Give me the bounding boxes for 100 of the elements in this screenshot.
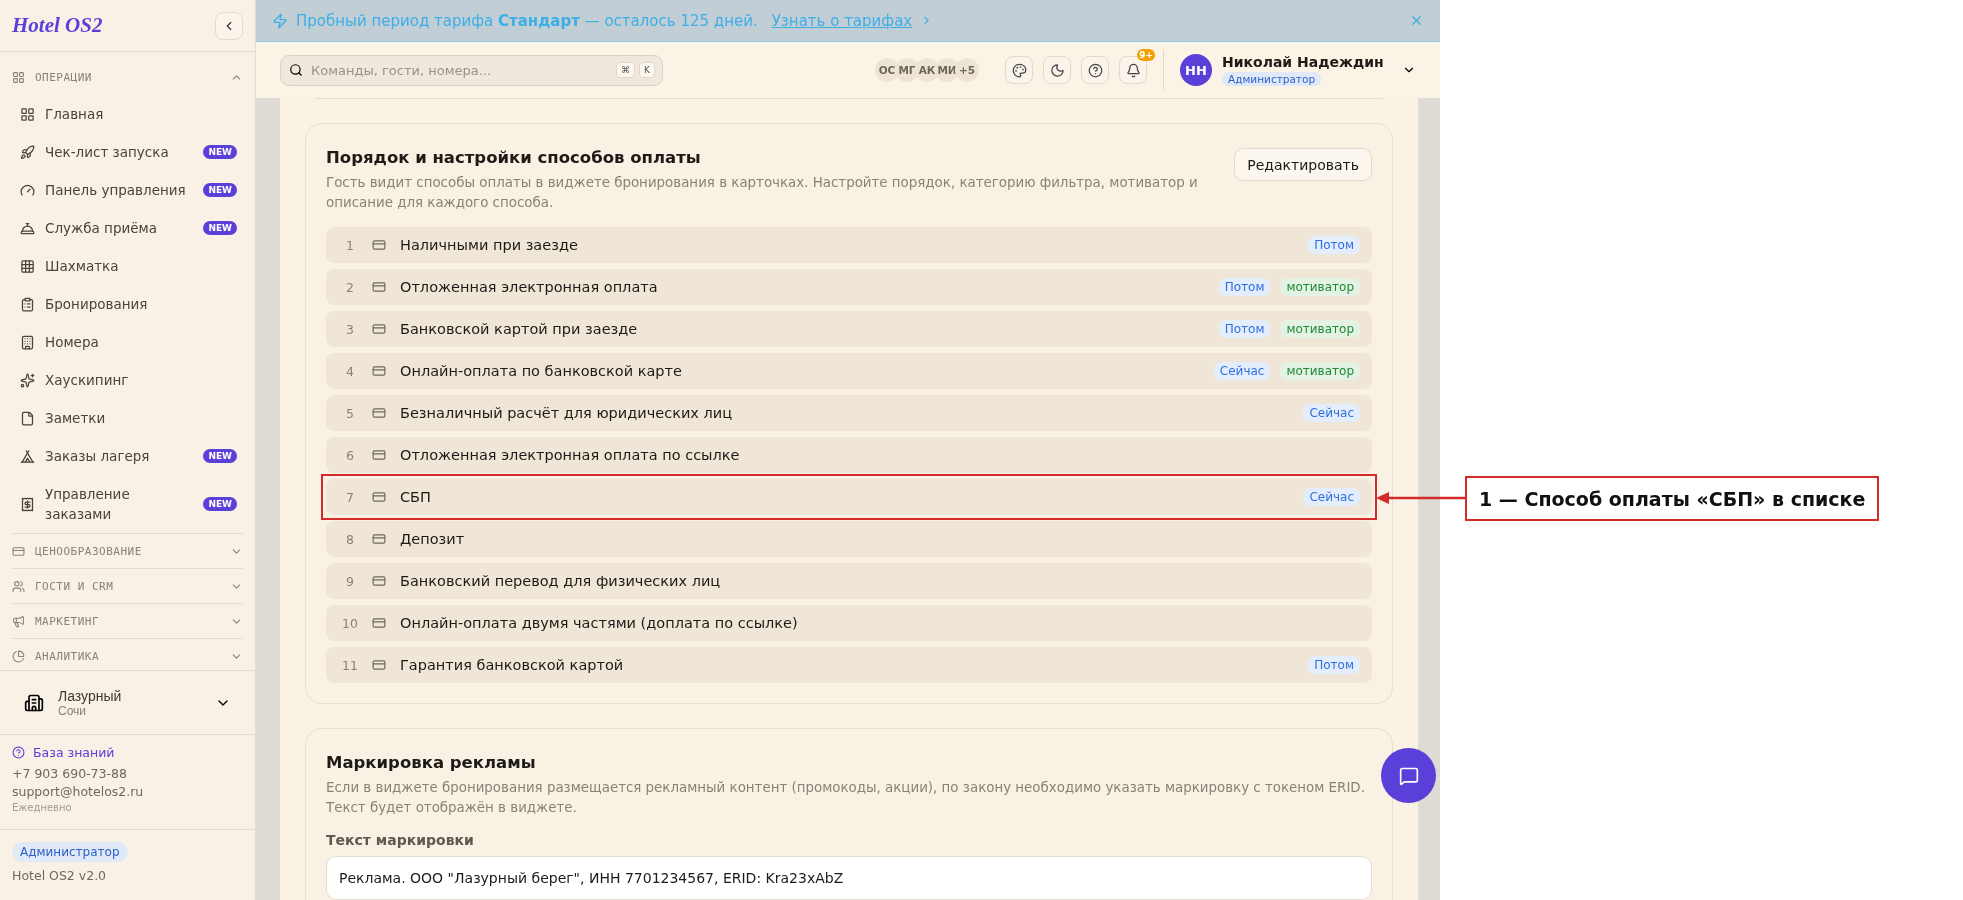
row-number: 2 xyxy=(345,279,355,295)
nav-icon xyxy=(20,144,35,160)
group-icon xyxy=(12,544,25,558)
card-title: Порядок и настройки способов оплаты xyxy=(326,148,702,167)
nav-item[interactable]: Бронирования xyxy=(12,285,243,323)
card-icon xyxy=(372,490,386,504)
new-badge: NEW xyxy=(203,497,237,511)
annotation-label: 1 — Способ оплаты «СБП» в списке xyxy=(1465,476,1880,521)
nav-item[interactable]: Главная xyxy=(12,95,243,133)
hotel-name: Лазурный xyxy=(58,687,123,704)
user-avatar[interactable]: ОС xyxy=(875,58,899,82)
chat-icon xyxy=(1398,765,1419,786)
user-avatar[interactable]: МГ xyxy=(895,58,919,82)
payment-method-row[interactable]: 10 Онлайн-оплата двумя частями (доплата по ссылке) xyxy=(326,605,1372,641)
row-number: 3 xyxy=(345,321,355,337)
card-icon xyxy=(372,448,386,462)
notification-count: 9+ xyxy=(1137,49,1155,61)
card-icon xyxy=(372,238,386,252)
payment-method-row[interactable]: 5 Безналичный расчёт для юридических лиц Сейчас xyxy=(326,395,1372,431)
user-avatar[interactable]: НН xyxy=(1180,54,1212,86)
payment-method-row[interactable]: 1 Наличными при заезде Потом xyxy=(326,227,1372,263)
help-button[interactable] xyxy=(1081,56,1109,84)
nav-icon xyxy=(20,496,35,512)
nav-item[interactable]: Заказы лагеря NEW xyxy=(12,437,243,475)
bell-icon xyxy=(1125,62,1141,78)
edit-button[interactable]: Редактировать xyxy=(1234,148,1372,181)
role-badge: Администратор xyxy=(12,842,128,862)
card-description: Если в виджете бронирования размещается рекламный контент (промокоды, акции), по закону необходимо указать маркировку с токеном ERID. Текст будет отображён в виджете. xyxy=(326,779,1366,817)
user-avatar[interactable]: МИ xyxy=(935,58,959,82)
motivator-tag: мотиватор xyxy=(1280,278,1360,296)
group-icon xyxy=(12,614,25,628)
row-number: 6 xyxy=(345,447,355,463)
nav-item[interactable]: Управление заказами NEW xyxy=(12,475,243,533)
search-icon xyxy=(289,62,303,77)
payment-method-name: Наличными при заезде xyxy=(400,237,579,253)
payment-method-name: Гарантия банковской картой xyxy=(400,657,625,673)
nav-item[interactable]: Шахматка xyxy=(12,247,243,285)
motivator-tag: мотиватор xyxy=(1280,320,1360,338)
trial-text: Пробный период тарифа Стандарт — осталось 125 дней. xyxy=(296,11,758,30)
payment-method-row[interactable]: 7 СБП Сейчас xyxy=(326,479,1372,515)
notifications-button[interactable] xyxy=(1119,56,1147,84)
moon-icon xyxy=(1049,62,1065,78)
new-badge: NEW xyxy=(203,183,237,197)
payment-method-row[interactable]: 3 Банковской картой при заезде Потом мотиватор xyxy=(326,311,1372,347)
nav-item[interactable]: Панель управления NEW xyxy=(12,171,243,209)
lightning-icon xyxy=(272,12,288,29)
marking-text-field[interactable]: Реклама. ООО "Лазурный берег", ИНН 7701234567, ERID: Kra23xAbZ xyxy=(326,856,1372,900)
timing-tag: Потом xyxy=(1218,278,1271,296)
help-icon xyxy=(12,746,25,759)
row-number: 7 xyxy=(345,489,355,505)
motivator-tag: мотиватор xyxy=(1280,362,1360,380)
group-icon xyxy=(12,71,25,84)
nav-item[interactable]: Хаускипинг xyxy=(12,361,243,399)
row-number: 1 xyxy=(345,237,355,253)
nav-icon xyxy=(20,448,35,464)
row-number: 11 xyxy=(341,657,359,673)
payment-method-name: Онлайн-оплата двумя частями (доплата по ссылке) xyxy=(400,615,799,631)
nav-item[interactable]: Заметки xyxy=(12,399,243,437)
nav-item[interactable]: Чек-лист запуска NEW xyxy=(12,133,243,171)
new-badge: NEW xyxy=(203,221,237,235)
nav-item[interactable]: Служба приёма NEW xyxy=(12,209,243,247)
field-label: Текст маркировки xyxy=(326,832,475,848)
group-icon xyxy=(12,579,25,593)
new-badge: NEW xyxy=(203,145,237,159)
timing-tag: Потом xyxy=(1218,320,1271,338)
payment-method-row[interactable]: 4 Онлайн-оплата по банковской карте Сейчас мотиватор xyxy=(326,353,1372,389)
payment-method-name: Отложенная электронная оплата по ссылке xyxy=(400,447,741,463)
palette-button[interactable] xyxy=(1005,56,1033,84)
nav-icon xyxy=(20,220,35,236)
card-icon xyxy=(372,364,386,378)
payment-method-row[interactable]: 11 Гарантия банковской картой Потом xyxy=(326,647,1372,683)
new-badge: NEW xyxy=(203,449,237,463)
card-description: Гость видит способы оплаты в виджете бронирования в карточках. Настройте порядок, категорию фильтра, мотиватор и описание для каждого способа. xyxy=(326,174,1199,212)
user-avatar[interactable]: +5 xyxy=(955,58,979,82)
payment-method-name: Депозит xyxy=(400,531,466,547)
user-avatar[interactable]: АК xyxy=(915,58,939,82)
timing-tag: Потом xyxy=(1308,656,1360,674)
nav-group-header[interactable]: АНАЛИТИКА xyxy=(12,638,243,670)
card-icon xyxy=(372,532,386,546)
timing-tag: Потом xyxy=(1308,236,1360,254)
payment-method-row[interactable]: 9 Банковский перевод для физических лиц xyxy=(326,563,1372,599)
palette-icon xyxy=(1011,62,1027,78)
payment-method-name: Банковской картой при заезде xyxy=(400,321,639,337)
card-icon xyxy=(372,406,386,420)
nav-group-header[interactable]: ГОСТИ И CRM xyxy=(12,568,243,603)
nav-item[interactable]: Номера xyxy=(12,323,243,361)
row-number: 4 xyxy=(345,363,355,379)
hotel-city: Сочи xyxy=(58,703,87,718)
dark-mode-button[interactable] xyxy=(1043,56,1071,84)
nav-group-header[interactable]: ЦЕНООБРАЗОВАНИЕ xyxy=(12,533,243,568)
building-icon xyxy=(24,692,44,713)
payment-method-name: Банковский перевод для физических лиц xyxy=(400,573,722,589)
payment-method-row[interactable]: 2 Отложенная электронная оплата Потом мотиватор xyxy=(326,269,1372,305)
payment-method-row[interactable]: 6 Отложенная электронная оплата по ссылке xyxy=(326,437,1372,473)
hotel-selector[interactable]: Лазурный Сочи xyxy=(0,670,255,735)
nav-icon xyxy=(20,182,35,198)
knowledge-base-link[interactable]: База знаний xyxy=(12,745,243,760)
payment-method-name: Онлайн-оплата по банковской карте xyxy=(400,363,683,379)
payment-method-row[interactable]: 8 Депозит xyxy=(326,521,1372,557)
nav-icon xyxy=(20,296,35,312)
